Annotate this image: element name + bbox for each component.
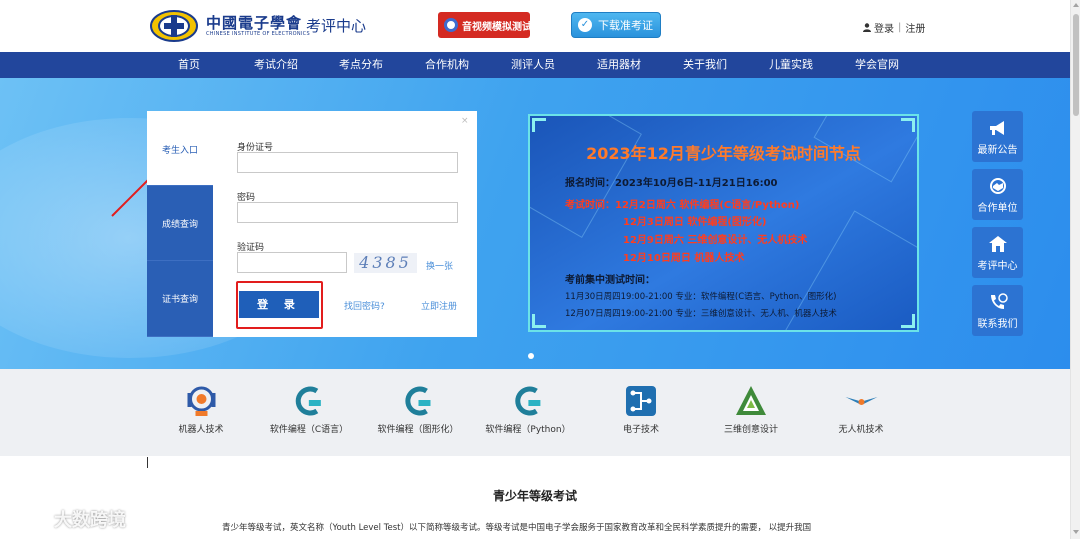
video-test-label: 音视频模拟测试: [462, 21, 532, 33]
c-language-icon: [295, 386, 321, 416]
scroll-thumb[interactable]: [1073, 14, 1079, 116]
captcha-input[interactable]: [237, 252, 347, 273]
site-logo[interactable]: 中國電子學會 CHINESE INSTITUTE OF ELECTRONICS …: [150, 10, 370, 44]
nav-item-home[interactable]: 首页: [178, 52, 200, 78]
site-header: 中國電子學會 CHINESE INSTITUTE OF ELECTRONICS …: [0, 0, 1080, 52]
carousel-indicator[interactable]: [528, 353, 534, 359]
side-latest-notice-label: 最新公告: [977, 145, 1018, 156]
nav-item-partners[interactable]: 合作机构: [425, 52, 469, 78]
notice-pretest-2: 12月07日周四19:00-21:00 专业：三维创意设计、无人机、机器人技术: [565, 309, 837, 319]
nav-item-about[interactable]: 关于我们: [683, 52, 727, 78]
text-cursor: [147, 457, 148, 468]
exam-schedule-banner[interactable]: 2023年12月青少年等级考试时间节点 报名时间：2023年10月6日-11月2…: [528, 114, 919, 332]
category-robotics-label: 机器人技术: [178, 425, 224, 435]
refresh-captcha-link[interactable]: 换一张: [426, 259, 453, 272]
logo-chinese-name: 中國電子學會: [206, 14, 303, 32]
watermark-logo-icon: [8, 508, 47, 530]
password-input[interactable]: [237, 202, 458, 223]
nav-item-official-site[interactable]: 学会官网: [855, 52, 899, 78]
register-now-link[interactable]: 立即注册: [421, 299, 457, 312]
watermark: 大数跨境: [8, 506, 126, 532]
side-partners-label: 合作单位: [977, 203, 1018, 214]
register-link[interactable]: 注册: [905, 20, 925, 35]
captcha-image[interactable]: 4385: [354, 253, 417, 273]
notice-pretest-1: 11月30日周四19:00-21:00 专业：软件编程(C语言、Python、图…: [565, 292, 837, 302]
content-intro-text: 青少年等级考试，英文名称（Youth Level Test）以下简称等级考试。等…: [222, 523, 812, 533]
side-partners-button[interactable]: 合作单位: [972, 169, 1023, 220]
video-test-button[interactable]: 音视频模拟测试: [438, 12, 532, 38]
login-link[interactable]: 登录: [874, 20, 894, 35]
id-number-input[interactable]: [237, 152, 458, 173]
handshake-icon: [989, 178, 1006, 194]
logo-english-name: CHINESE INSTITUTE OF ELECTRONICS: [206, 31, 310, 37]
megaphone-icon: [989, 121, 1004, 135]
user-icon: [863, 23, 871, 32]
forgot-password-link[interactable]: 找回密码?: [344, 299, 385, 312]
notice-title: 2023年12月青少年等级考试时间节点: [586, 144, 861, 163]
home-icon: [988, 236, 1007, 252]
nav-item-kids-practice[interactable]: 儿童实践: [769, 52, 813, 78]
tab-score-query[interactable]: 成绩查询: [147, 186, 213, 261]
close-icon[interactable]: ×: [461, 116, 469, 126]
check-icon: ✓: [578, 18, 592, 32]
logo-center-name: 考评中心: [306, 17, 367, 35]
python-programming-icon: [514, 386, 540, 416]
record-icon: [444, 18, 458, 32]
auth-links: 登录 | 注册: [863, 20, 925, 35]
category-3d-design[interactable]: 三维创意设计: [724, 383, 778, 435]
nav-item-exam-sites[interactable]: 考点分布: [339, 52, 383, 78]
category-python-programming-label: 软件编程（Python）: [485, 425, 571, 435]
nav-item-equipment[interactable]: 适用器材: [597, 52, 641, 78]
page: 中國電子學會 CHINESE INSTITUTE OF ELECTRONICS …: [0, 0, 1080, 539]
category-drone-label: 无人机技术: [838, 425, 884, 435]
nav-item-assessors[interactable]: 测评人员: [511, 52, 555, 78]
side-contact-button[interactable]: 联系我们: [972, 285, 1023, 336]
scroll-down-icon[interactable]: [1073, 530, 1079, 534]
phone-24h-icon: [990, 293, 1008, 309]
category-graphical-programming-label: 软件编程（图形化）: [377, 425, 459, 435]
side-contact-label: 联系我们: [977, 319, 1018, 330]
category-graphical-programming[interactable]: 软件编程（图形化）: [377, 383, 459, 435]
page-scrollbar[interactable]: [1070, 0, 1080, 539]
login-panel: 考生入口 成绩查询 证书查询 × 身份证号 密码 验证码 4385 换一张 登 …: [147, 111, 477, 337]
category-electronics[interactable]: 电子技术: [623, 383, 659, 435]
side-eval-center-button[interactable]: 考评中心: [972, 227, 1023, 278]
notice-exam-time-4: 12月10日周日 机器人技术: [623, 253, 745, 264]
login-tabs: 考生入口 成绩查询 证书查询: [147, 111, 213, 337]
side-eval-center-label: 考评中心: [977, 261, 1018, 272]
circuit-board-icon: [625, 386, 656, 416]
category-robotics[interactable]: 机器人技术: [178, 383, 224, 435]
drone-icon: [844, 397, 877, 405]
nav-item-exam-intro[interactable]: 考试介绍: [254, 52, 298, 78]
watermark-text: 大数跨境: [54, 510, 126, 531]
category-drone[interactable]: 无人机技术: [838, 383, 884, 435]
cie-emblem-icon: [150, 10, 198, 42]
category-electronics-label: 电子技术: [622, 425, 660, 435]
content-title: 青少年等级考试: [492, 489, 577, 503]
tab-candidate-entry[interactable]: 考生入口: [147, 111, 213, 186]
main-nav: 首页 考试介绍 考点分布 合作机构 测评人员 适用器材 关于我们 儿童实践 学会…: [0, 52, 1070, 78]
download-ticket-button[interactable]: ✓ 下载准考证: [571, 12, 661, 38]
scroll-up-icon[interactable]: [1073, 3, 1079, 7]
download-ticket-label: 下载准考证: [598, 19, 653, 32]
notice-registration-time: 报名时间：2023年10月6日-11月21日16:00: [565, 178, 778, 189]
notice-exam-time-1: 考试时间：12月2日周六 软件编程(C语言/Python): [565, 200, 800, 211]
auth-separator: |: [898, 22, 902, 33]
category-3d-design-label: 三维创意设计: [723, 425, 779, 435]
notice-pretest-title: 考前集中测试时间：: [565, 275, 655, 286]
login-button[interactable]: 登 录: [239, 291, 319, 318]
graphical-programming-icon: [404, 386, 430, 416]
category-python-programming[interactable]: 软件编程（Python）: [485, 383, 571, 435]
3d-triangle-icon: [735, 386, 766, 415]
category-c-programming-label: 软件编程（C语言）: [269, 425, 349, 435]
notice-exam-time-2: 12月3日周日 软件编程(图形化): [623, 217, 767, 228]
side-latest-notice-button[interactable]: 最新公告: [972, 111, 1023, 162]
notice-exam-time-3: 12月9日周六 三维创意设计、无人机技术: [623, 235, 808, 246]
robot-icon: [186, 386, 215, 416]
tab-certificate-query[interactable]: 证书查询: [147, 261, 213, 337]
category-c-programming[interactable]: 软件编程（C语言）: [270, 383, 348, 435]
